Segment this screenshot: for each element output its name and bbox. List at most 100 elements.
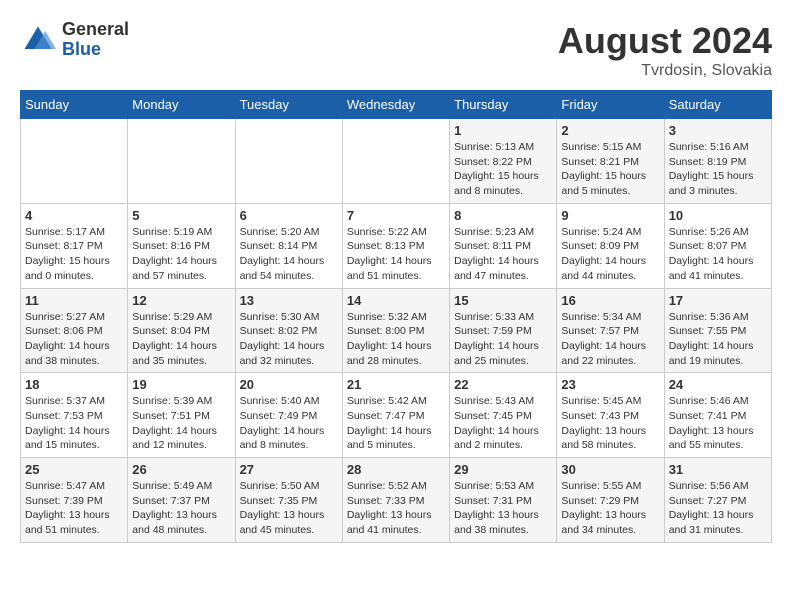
day-info: Sunrise: 5:43 AM Sunset: 7:45 PM Dayligh… xyxy=(454,394,552,453)
day-number: 15 xyxy=(454,293,552,308)
day-info: Sunrise: 5:42 AM Sunset: 7:47 PM Dayligh… xyxy=(347,394,445,453)
calendar-cell: 9 Sunrise: 5:24 AM Sunset: 8:09 PM Daylig… xyxy=(557,203,664,288)
weekday-header-thursday: Thursday xyxy=(450,91,557,119)
weekday-header-friday: Friday xyxy=(557,91,664,119)
calendar-cell xyxy=(342,119,449,204)
calendar-cell: 5 Sunrise: 5:19 AM Sunset: 8:16 PM Daylig… xyxy=(128,203,235,288)
weekday-header-tuesday: Tuesday xyxy=(235,91,342,119)
calendar-cell: 23 Sunrise: 5:45 AM Sunset: 7:43 PM Dayli… xyxy=(557,373,664,458)
weekday-header-wednesday: Wednesday xyxy=(342,91,449,119)
calendar-cell: 30Sunrise: 5:55 AM Sunset: 7:29 PM Dayli… xyxy=(557,458,664,543)
day-info: Sunrise: 5:20 AM Sunset: 8:14 PM Dayligh… xyxy=(240,225,338,284)
day-number: 5 xyxy=(132,208,230,223)
day-info: Sunrise: 5:53 AM Sunset: 7:31 PM Dayligh… xyxy=(454,479,552,538)
day-info: Sunrise: 5:50 AM Sunset: 7:35 PM Dayligh… xyxy=(240,479,338,538)
logo-general-text: General xyxy=(62,20,129,40)
day-number: 25 xyxy=(25,462,123,477)
day-number: 22 xyxy=(454,377,552,392)
day-info: Sunrise: 5:36 AM Sunset: 7:55 PM Dayligh… xyxy=(669,310,767,369)
calendar-cell: 25 Sunrise: 5:47 AM Sunset: 7:39 PM Dayli… xyxy=(21,458,128,543)
weekday-header-sunday: Sunday xyxy=(21,91,128,119)
day-number: 31 xyxy=(669,462,767,477)
week-row-3: 11 Sunrise: 5:27 AM Sunset: 8:06 PM Dayli… xyxy=(21,288,772,373)
day-number: 12 xyxy=(132,293,230,308)
day-info: Sunrise: 5:56 AM Sunset: 7:27 PM Dayligh… xyxy=(669,479,767,538)
calendar-table: SundayMondayTuesdayWednesdayThursdayFrid… xyxy=(20,90,772,543)
day-number: 26 xyxy=(132,462,230,477)
day-number: 20 xyxy=(240,377,338,392)
calendar-cell: 28Sunrise: 5:52 AM Sunset: 7:33 PM Dayli… xyxy=(342,458,449,543)
day-number: 11 xyxy=(25,293,123,308)
calendar-cell xyxy=(235,119,342,204)
weekday-row: SundayMondayTuesdayWednesdayThursdayFrid… xyxy=(21,91,772,119)
weekday-header-saturday: Saturday xyxy=(664,91,771,119)
calendar-cell: 27 Sunrise: 5:50 AM Sunset: 7:35 PM Dayli… xyxy=(235,458,342,543)
calendar-cell: 10 Sunrise: 5:26 AM Sunset: 8:07 PM Dayli… xyxy=(664,203,771,288)
day-info: Sunrise: 5:16 AM Sunset: 8:19 PM Dayligh… xyxy=(669,140,767,199)
logo: General Blue xyxy=(20,20,129,60)
day-info: Sunrise: 5:22 AM Sunset: 8:13 PM Dayligh… xyxy=(347,225,445,284)
week-row-1: 1Sunrise: 5:13 AM Sunset: 8:22 PM Daylig… xyxy=(21,119,772,204)
day-info: Sunrise: 5:49 AM Sunset: 7:37 PM Dayligh… xyxy=(132,479,230,538)
calendar-cell: 19Sunrise: 5:39 AM Sunset: 7:51 PM Dayli… xyxy=(128,373,235,458)
day-info: Sunrise: 5:24 AM Sunset: 8:09 PM Dayligh… xyxy=(561,225,659,284)
day-info: Sunrise: 5:13 AM Sunset: 8:22 PM Dayligh… xyxy=(454,140,552,199)
calendar-cell: 2Sunrise: 5:15 AM Sunset: 8:21 PM Daylig… xyxy=(557,119,664,204)
day-info: Sunrise: 5:19 AM Sunset: 8:16 PM Dayligh… xyxy=(132,225,230,284)
calendar-cell xyxy=(128,119,235,204)
day-info: Sunrise: 5:52 AM Sunset: 7:33 PM Dayligh… xyxy=(347,479,445,538)
day-info: Sunrise: 5:15 AM Sunset: 8:21 PM Dayligh… xyxy=(561,140,659,199)
day-number: 9 xyxy=(561,208,659,223)
day-info: Sunrise: 5:34 AM Sunset: 7:57 PM Dayligh… xyxy=(561,310,659,369)
calendar-header: SundayMondayTuesdayWednesdayThursdayFrid… xyxy=(21,91,772,119)
day-info: Sunrise: 5:17 AM Sunset: 8:17 PM Dayligh… xyxy=(25,225,123,284)
day-number: 23 xyxy=(561,377,659,392)
day-info: Sunrise: 5:55 AM Sunset: 7:29 PM Dayligh… xyxy=(561,479,659,538)
week-row-2: 4Sunrise: 5:17 AM Sunset: 8:17 PM Daylig… xyxy=(21,203,772,288)
day-info: Sunrise: 5:40 AM Sunset: 7:49 PM Dayligh… xyxy=(240,394,338,453)
calendar-cell: 6 Sunrise: 5:20 AM Sunset: 8:14 PM Daylig… xyxy=(235,203,342,288)
month-year: August 2024 xyxy=(558,20,772,62)
calendar-cell: 7 Sunrise: 5:22 AM Sunset: 8:13 PM Daylig… xyxy=(342,203,449,288)
calendar-cell: 17Sunrise: 5:36 AM Sunset: 7:55 PM Dayli… xyxy=(664,288,771,373)
day-info: Sunrise: 5:47 AM Sunset: 7:39 PM Dayligh… xyxy=(25,479,123,538)
day-info: Sunrise: 5:32 AM Sunset: 8:00 PM Dayligh… xyxy=(347,310,445,369)
calendar-cell: 24Sunrise: 5:46 AM Sunset: 7:41 PM Dayli… xyxy=(664,373,771,458)
day-number: 10 xyxy=(669,208,767,223)
day-number: 27 xyxy=(240,462,338,477)
calendar-cell: 14Sunrise: 5:32 AM Sunset: 8:00 PM Dayli… xyxy=(342,288,449,373)
calendar-cell: 20 Sunrise: 5:40 AM Sunset: 7:49 PM Dayli… xyxy=(235,373,342,458)
day-info: Sunrise: 5:33 AM Sunset: 7:59 PM Dayligh… xyxy=(454,310,552,369)
day-info: Sunrise: 5:30 AM Sunset: 8:02 PM Dayligh… xyxy=(240,310,338,369)
weekday-header-monday: Monday xyxy=(128,91,235,119)
calendar-cell: 8Sunrise: 5:23 AM Sunset: 8:11 PM Daylig… xyxy=(450,203,557,288)
calendar-cell: 15 Sunrise: 5:33 AM Sunset: 7:59 PM Dayli… xyxy=(450,288,557,373)
calendar-cell: 13 Sunrise: 5:30 AM Sunset: 8:02 PM Dayli… xyxy=(235,288,342,373)
calendar-cell: 4Sunrise: 5:17 AM Sunset: 8:17 PM Daylig… xyxy=(21,203,128,288)
day-info: Sunrise: 5:39 AM Sunset: 7:51 PM Dayligh… xyxy=(132,394,230,453)
calendar-cell xyxy=(21,119,128,204)
day-info: Sunrise: 5:45 AM Sunset: 7:43 PM Dayligh… xyxy=(561,394,659,453)
calendar-cell: 21 Sunrise: 5:42 AM Sunset: 7:47 PM Dayli… xyxy=(342,373,449,458)
day-number: 21 xyxy=(347,377,445,392)
day-number: 29 xyxy=(454,462,552,477)
day-number: 16 xyxy=(561,293,659,308)
calendar-cell: 18Sunrise: 5:37 AM Sunset: 7:53 PM Dayli… xyxy=(21,373,128,458)
day-number: 13 xyxy=(240,293,338,308)
calendar-cell: 26 Sunrise: 5:49 AM Sunset: 7:37 PM Dayli… xyxy=(128,458,235,543)
logo-blue-text: Blue xyxy=(62,40,129,60)
day-info: Sunrise: 5:27 AM Sunset: 8:06 PM Dayligh… xyxy=(25,310,123,369)
day-number: 8 xyxy=(454,208,552,223)
week-row-4: 18Sunrise: 5:37 AM Sunset: 7:53 PM Dayli… xyxy=(21,373,772,458)
calendar-cell: 3Sunrise: 5:16 AM Sunset: 8:19 PM Daylig… xyxy=(664,119,771,204)
week-row-5: 25 Sunrise: 5:47 AM Sunset: 7:39 PM Dayli… xyxy=(21,458,772,543)
logo-icon xyxy=(20,22,56,58)
calendar-cell: 29 Sunrise: 5:53 AM Sunset: 7:31 PM Dayli… xyxy=(450,458,557,543)
day-info: Sunrise: 5:29 AM Sunset: 8:04 PM Dayligh… xyxy=(132,310,230,369)
calendar-cell: 12 Sunrise: 5:29 AM Sunset: 8:04 PM Dayli… xyxy=(128,288,235,373)
calendar-cell: 31 Sunrise: 5:56 AM Sunset: 7:27 PM Dayli… xyxy=(664,458,771,543)
day-number: 7 xyxy=(347,208,445,223)
day-number: 6 xyxy=(240,208,338,223)
day-info: Sunrise: 5:26 AM Sunset: 8:07 PM Dayligh… xyxy=(669,225,767,284)
calendar-cell: 1Sunrise: 5:13 AM Sunset: 8:22 PM Daylig… xyxy=(450,119,557,204)
